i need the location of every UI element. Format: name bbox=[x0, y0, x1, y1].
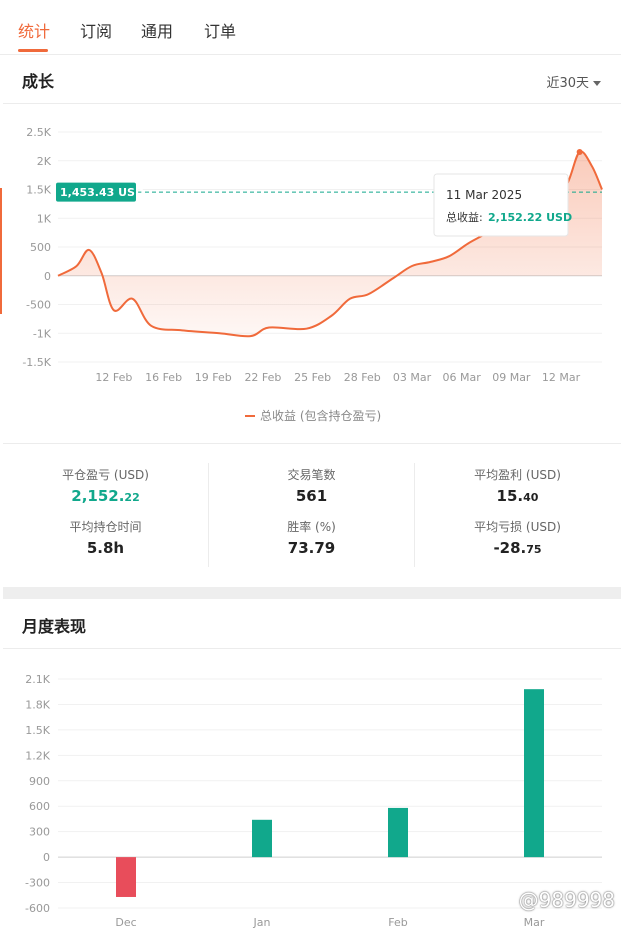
growth-chart: 2.5K 2K 1.5K 1K 500 0 -500 -1K -1.5K 12 Feb 16 Fe… bbox=[22, 126, 603, 423]
x-tick-label: Feb bbox=[388, 916, 407, 929]
stat-label: 平仓盈亏 (USD) bbox=[62, 468, 149, 482]
stat-avg-loss: 平均亏损 (USD) -28.75 bbox=[415, 518, 620, 557]
monthly-gridlines bbox=[58, 678, 602, 909]
x-tick-label: 12 Feb bbox=[95, 371, 132, 384]
y-tick-label: 300 bbox=[29, 826, 50, 839]
y-tick-label: 2K bbox=[37, 155, 52, 168]
stat-value: 73.79 bbox=[287, 539, 336, 557]
stat-label: 胜率 (%) bbox=[287, 520, 336, 534]
range-dropdown-label: 近30天 bbox=[546, 76, 589, 91]
stat-value: 2,152.22 bbox=[71, 487, 140, 505]
y-tick-label: 1K bbox=[37, 212, 52, 225]
y-tick-label: 1.5K bbox=[25, 724, 50, 737]
bar-dec bbox=[116, 857, 136, 897]
y-tick-label: 0 bbox=[43, 851, 50, 864]
tooltip-date: 11 Mar 2025 bbox=[446, 188, 522, 202]
monthly-y-axis: 2.1K 1.8K 1.5K 1.2K 900 600 300 0 -300 -600 bbox=[25, 673, 51, 915]
x-tick-label: 06 Mar bbox=[443, 371, 482, 384]
stat-trade-count: 交易笔数 561 bbox=[209, 466, 414, 505]
x-tick-label: 19 Feb bbox=[195, 371, 232, 384]
tab-subscription[interactable]: 订阅 bbox=[80, 18, 112, 42]
monthly-x-axis: Dec Jan Feb Mar bbox=[115, 916, 544, 929]
monthly-bars bbox=[116, 689, 544, 897]
y-tick-label: 2.5K bbox=[26, 126, 51, 139]
stat-label: 平均盈利 (USD) bbox=[474, 468, 561, 482]
stat-value: 5.8h bbox=[86, 539, 125, 557]
growth-title: 成长 bbox=[22, 72, 55, 91]
growth-y-axis: 2.5K 2K 1.5K 1K 500 0 -500 -1K -1.5K bbox=[22, 126, 51, 369]
tooltip: 11 Mar 2025 总收益: 2,152.22 USD bbox=[433, 173, 572, 237]
watermark: @989998 bbox=[518, 888, 615, 912]
monthly-title: 月度表现 bbox=[22, 617, 87, 636]
y-tick-label: -300 bbox=[25, 877, 50, 890]
x-tick-label: 09 Mar bbox=[492, 371, 531, 384]
stat-label: 交易笔数 bbox=[287, 468, 336, 482]
y-tick-label: 500 bbox=[30, 241, 51, 254]
reference-label: 1,453.43 USD bbox=[60, 186, 144, 199]
stat-label: 平均亏损 (USD) bbox=[474, 520, 561, 534]
tab-bar: 统计 订阅 通用 订单 bbox=[0, 0, 621, 55]
y-tick-label: 0 bbox=[44, 270, 51, 283]
stat-win-rate: 胜率 (%) 73.79 bbox=[209, 518, 414, 557]
section-separator bbox=[3, 587, 621, 599]
stat-avg-hold-time: 平均持仓时间 5.8h bbox=[3, 518, 208, 557]
tooltip-value: 2,152.22 USD bbox=[488, 211, 572, 224]
stat-value: 561 bbox=[295, 487, 328, 505]
x-tick-label: 03 Mar bbox=[393, 371, 432, 384]
x-tick-label: 12 Mar bbox=[542, 371, 581, 384]
chevron-down-icon bbox=[593, 81, 601, 86]
tab-statistics[interactable]: 统计 bbox=[18, 18, 50, 42]
x-tick-label: Jan bbox=[253, 916, 271, 929]
y-tick-label: 1.5K bbox=[26, 184, 51, 197]
y-tick-label: 1.2K bbox=[25, 749, 50, 762]
stat-closed-pnl: 平仓盈亏 (USD) 2,152.22 bbox=[3, 466, 208, 505]
x-tick-label: 25 Feb bbox=[294, 371, 331, 384]
stat-avg-profit: 平均盈利 (USD) 15.40 bbox=[415, 466, 620, 505]
y-tick-label: -1K bbox=[33, 327, 52, 340]
range-dropdown[interactable]: 近30天 bbox=[546, 72, 601, 91]
y-tick-label: -600 bbox=[25, 902, 50, 915]
y-tick-label: -1.5K bbox=[22, 356, 51, 369]
y-tick-label: 900 bbox=[29, 775, 50, 788]
bar-jan bbox=[252, 819, 272, 858]
bar-feb bbox=[388, 807, 408, 858]
monthly-header-divider bbox=[3, 648, 621, 649]
y-tick-label: -500 bbox=[26, 299, 51, 312]
y-tick-label: 2.1K bbox=[25, 673, 50, 686]
tab-general[interactable]: 通用 bbox=[141, 18, 173, 42]
x-tick-label: 28 Feb bbox=[344, 371, 381, 384]
bar-mar bbox=[524, 689, 544, 858]
stats-panel: 平仓盈亏 (USD) 2,152.22 交易笔数 561 平均盈利 (USD) … bbox=[3, 445, 621, 585]
tooltip-point bbox=[576, 148, 583, 155]
tooltip-label: 总收益: bbox=[446, 210, 483, 224]
active-tab-indicator bbox=[18, 49, 48, 52]
stat-value: -28.75 bbox=[493, 539, 542, 557]
legend-label: 总收益 (包含持仓盈亏) bbox=[260, 408, 381, 423]
growth-header-divider bbox=[3, 103, 621, 104]
chart-stats-divider bbox=[3, 443, 621, 444]
growth-x-axis: 12 Feb 16 Feb 19 Feb 22 Feb 25 Feb 28 Feb 03 M… bbox=[95, 371, 580, 384]
x-tick-label: 22 Feb bbox=[244, 371, 281, 384]
tab-orders[interactable]: 订单 bbox=[204, 18, 236, 42]
growth-legend[interactable]: 总收益 (包含持仓盈亏) bbox=[245, 408, 381, 423]
stat-label: 平均持仓时间 bbox=[69, 520, 142, 534]
x-tick-label: Dec bbox=[115, 916, 136, 929]
y-tick-label: 1.8K bbox=[25, 698, 50, 711]
y-tick-label: 600 bbox=[29, 800, 50, 813]
x-tick-label: Mar bbox=[524, 916, 545, 929]
x-tick-label: 16 Feb bbox=[145, 371, 182, 384]
stat-value: 15.40 bbox=[496, 487, 539, 505]
